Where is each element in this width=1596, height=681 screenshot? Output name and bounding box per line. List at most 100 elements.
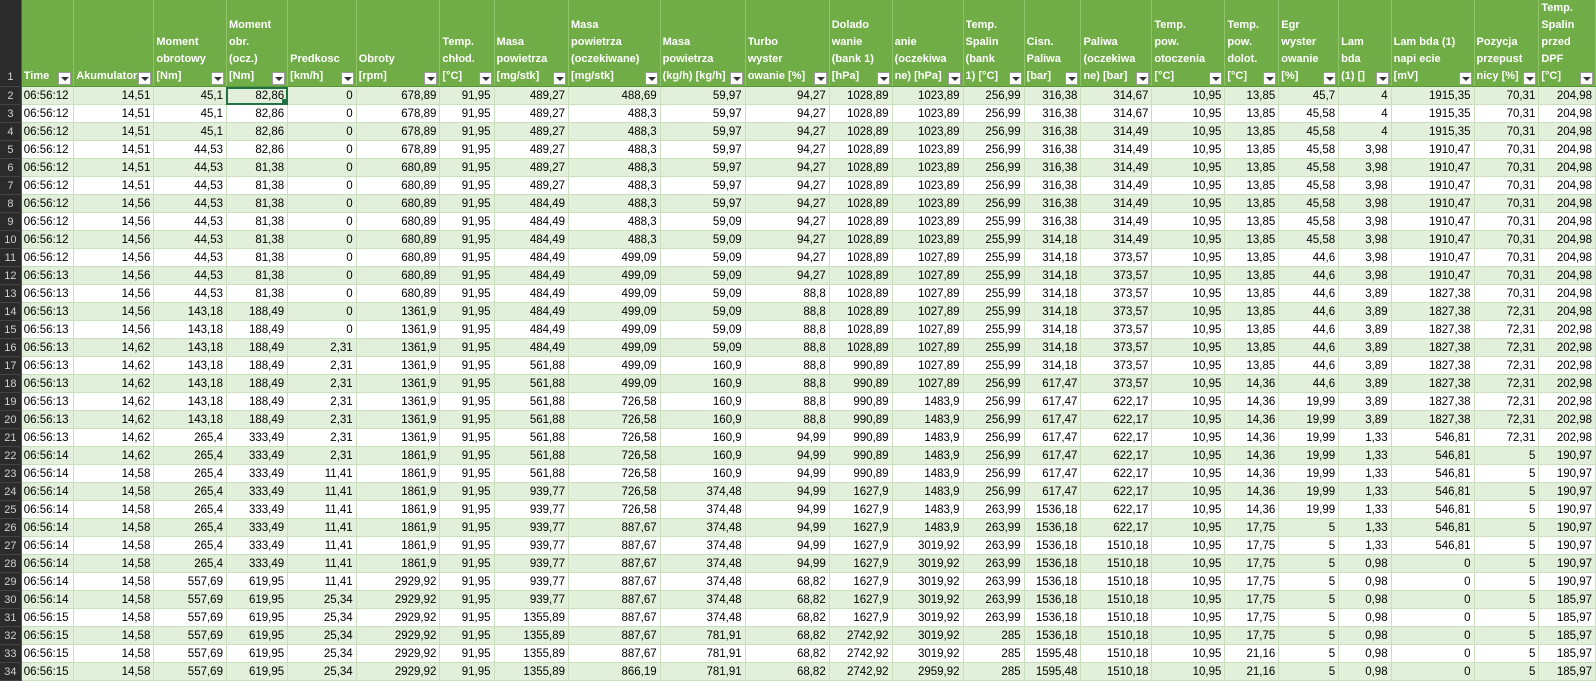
table-cell[interactable]: 887,67 bbox=[568, 644, 661, 663]
table-cell[interactable]: 14,56 bbox=[73, 194, 155, 213]
table-cell[interactable]: 59,09 bbox=[660, 338, 746, 357]
table-cell[interactable]: 44,53 bbox=[153, 284, 227, 303]
table-cell[interactable]: 1027,89 bbox=[892, 302, 964, 321]
table-cell[interactable]: 3,98 bbox=[1338, 248, 1392, 267]
table-cell[interactable]: 160,9 bbox=[660, 446, 746, 465]
table-cell[interactable]: 499,09 bbox=[568, 248, 661, 267]
table-cell[interactable]: 680,89 bbox=[356, 158, 441, 177]
table-cell[interactable]: 1536,18 bbox=[1024, 536, 1082, 555]
row-number[interactable]: 27 bbox=[0, 536, 22, 555]
table-cell[interactable]: 3019,92 bbox=[892, 554, 964, 573]
table-cell[interactable]: 255,99 bbox=[963, 338, 1025, 357]
table-cell[interactable]: 489,27 bbox=[494, 176, 570, 195]
table-cell[interactable]: 3,98 bbox=[1338, 266, 1392, 285]
table-cell[interactable]: 202,98 bbox=[1538, 320, 1596, 339]
table-cell[interactable]: 314,49 bbox=[1080, 230, 1153, 249]
table-cell[interactable]: 373,57 bbox=[1080, 320, 1153, 339]
table-cell[interactable]: 13,85 bbox=[1224, 212, 1280, 231]
table-cell[interactable]: 1536,18 bbox=[1024, 554, 1082, 573]
table-cell[interactable]: 263,99 bbox=[963, 572, 1025, 591]
table-cell[interactable]: 939,77 bbox=[494, 554, 570, 573]
table-cell[interactable]: 374,48 bbox=[660, 590, 746, 609]
table-cell[interactable]: 3,89 bbox=[1338, 374, 1392, 393]
table-cell[interactable]: 622,17 bbox=[1080, 518, 1153, 537]
table-cell[interactable]: 59,97 bbox=[660, 86, 746, 105]
table-cell[interactable]: 678,89 bbox=[356, 122, 441, 141]
table-cell[interactable]: 14,36 bbox=[1224, 482, 1280, 501]
table-cell[interactable]: 88,8 bbox=[745, 374, 830, 393]
table-cell[interactable]: 10,95 bbox=[1151, 608, 1226, 627]
table-cell[interactable]: 88,8 bbox=[745, 284, 830, 303]
table-cell[interactable]: 19,99 bbox=[1278, 482, 1340, 501]
table-cell[interactable]: 2,31 bbox=[287, 446, 357, 465]
table-cell[interactable]: 314,49 bbox=[1080, 212, 1153, 231]
table-cell[interactable]: 70,31 bbox=[1474, 266, 1540, 285]
filter-dropdown-icon[interactable] bbox=[1263, 72, 1277, 85]
table-cell[interactable]: 488,3 bbox=[568, 140, 661, 159]
table-cell[interactable]: 06:56:12 bbox=[21, 104, 75, 123]
table-cell[interactable]: 1910,47 bbox=[1391, 176, 1475, 195]
table-cell[interactable]: 1028,89 bbox=[829, 140, 893, 159]
table-cell[interactable]: 13,85 bbox=[1224, 284, 1280, 303]
table-cell[interactable]: 3019,92 bbox=[892, 572, 964, 591]
row-number[interactable]: 23 bbox=[0, 464, 22, 483]
row-number[interactable]: 7 bbox=[0, 176, 22, 195]
filter-dropdown-icon[interactable] bbox=[813, 72, 827, 85]
table-cell[interactable]: 373,57 bbox=[1080, 284, 1153, 303]
table-cell[interactable]: 06:56:13 bbox=[21, 266, 75, 285]
table-cell[interactable]: 94,27 bbox=[745, 122, 830, 141]
table-cell[interactable]: 17,75 bbox=[1224, 554, 1280, 573]
filter-dropdown-icon[interactable] bbox=[1065, 72, 1079, 85]
table-cell[interactable]: 190,97 bbox=[1538, 572, 1596, 591]
table-cell[interactable]: 11,41 bbox=[287, 554, 357, 573]
table-cell[interactable]: 91,95 bbox=[439, 518, 495, 537]
table-cell[interactable]: 1910,47 bbox=[1391, 158, 1475, 177]
table-cell[interactable]: 1027,89 bbox=[892, 356, 964, 375]
column-header[interactable]: Dolado wanie (bank 1) [hPa] bbox=[829, 0, 893, 87]
table-cell[interactable]: 11,41 bbox=[287, 464, 357, 483]
table-cell[interactable]: 1483,9 bbox=[892, 518, 964, 537]
table-cell[interactable]: 68,82 bbox=[745, 644, 830, 663]
table-cell[interactable]: 94,27 bbox=[745, 212, 830, 231]
row-number[interactable]: 12 bbox=[0, 266, 22, 285]
table-cell[interactable]: 45,58 bbox=[1278, 230, 1340, 249]
table-cell[interactable]: 5 bbox=[1474, 626, 1540, 645]
table-cell[interactable]: 44,6 bbox=[1278, 374, 1340, 393]
table-cell[interactable]: 333,49 bbox=[226, 536, 289, 555]
table-cell[interactable]: 265,4 bbox=[153, 500, 227, 519]
table-cell[interactable]: 1915,35 bbox=[1391, 122, 1475, 141]
table-cell[interactable]: 484,49 bbox=[494, 212, 570, 231]
table-cell[interactable]: 3,98 bbox=[1338, 194, 1392, 213]
column-header[interactable]: Time bbox=[21, 0, 75, 87]
table-cell[interactable]: 25,34 bbox=[287, 662, 357, 681]
table-cell[interactable]: 990,89 bbox=[829, 410, 893, 429]
table-cell[interactable]: 617,47 bbox=[1024, 392, 1082, 411]
table-cell[interactable]: 06:56:14 bbox=[21, 536, 75, 555]
table-cell[interactable]: 17,75 bbox=[1224, 626, 1280, 645]
table-cell[interactable]: 1910,47 bbox=[1391, 230, 1475, 249]
table-cell[interactable]: 0 bbox=[1391, 662, 1475, 681]
table-cell[interactable]: 10,95 bbox=[1151, 158, 1226, 177]
table-cell[interactable]: 617,47 bbox=[1024, 446, 1082, 465]
table-cell[interactable]: 489,27 bbox=[494, 104, 570, 123]
table-cell[interactable]: 14,56 bbox=[73, 212, 155, 231]
table-cell[interactable]: 13,85 bbox=[1224, 158, 1280, 177]
table-cell[interactable]: 314,49 bbox=[1080, 140, 1153, 159]
table-cell[interactable]: 88,8 bbox=[745, 302, 830, 321]
table-cell[interactable]: 314,18 bbox=[1024, 248, 1082, 267]
column-header[interactable]: Paliwa (oczekiwa ne) [bar] bbox=[1080, 0, 1153, 87]
table-cell[interactable]: 1355,89 bbox=[494, 644, 570, 663]
table-cell[interactable]: 1827,38 bbox=[1391, 320, 1475, 339]
row-number[interactable]: 31 bbox=[0, 608, 22, 627]
table-cell[interactable]: 14,36 bbox=[1224, 392, 1280, 411]
table-cell[interactable]: 265,4 bbox=[153, 446, 227, 465]
row-number[interactable]: 28 bbox=[0, 554, 22, 573]
table-cell[interactable]: 06:56:15 bbox=[21, 608, 75, 627]
table-cell[interactable]: 204,98 bbox=[1538, 176, 1596, 195]
table-cell[interactable]: 70,31 bbox=[1474, 158, 1540, 177]
table-cell[interactable]: 14,36 bbox=[1224, 410, 1280, 429]
table-cell[interactable]: 81,38 bbox=[226, 248, 289, 267]
table-cell[interactable]: 3019,92 bbox=[892, 626, 964, 645]
table-cell[interactable]: 14,51 bbox=[73, 86, 155, 105]
table-cell[interactable]: 72,31 bbox=[1474, 356, 1540, 375]
